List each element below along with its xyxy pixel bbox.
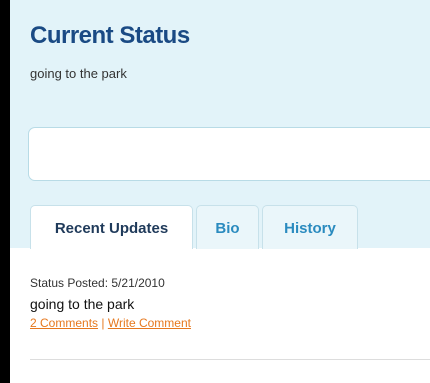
status-update-input[interactable]	[28, 127, 430, 181]
link-separator: |	[101, 316, 105, 330]
status-panel: Current Status going to the park Recent …	[10, 0, 430, 249]
comments-link[interactable]: 2 Comments	[30, 316, 98, 330]
tab-history[interactable]: History	[262, 205, 358, 249]
post-text: going to the park	[30, 296, 135, 312]
post-links: 2 Comments | Write Comment	[30, 316, 191, 330]
page-title: Current Status	[30, 22, 190, 49]
tab-bio[interactable]: Bio	[196, 205, 259, 249]
status-post: Status Posted: 5/21/2010 going to the pa…	[30, 276, 191, 330]
post-date: Status Posted: 5/21/2010	[30, 276, 165, 290]
current-status-text: going to the park	[30, 66, 127, 81]
write-comment-link[interactable]: Write Comment	[108, 316, 191, 330]
profile-status-frame: Current Status going to the park Recent …	[10, 0, 430, 383]
post-divider	[30, 359, 430, 360]
tab-recent-updates[interactable]: Recent Updates	[30, 205, 193, 249]
